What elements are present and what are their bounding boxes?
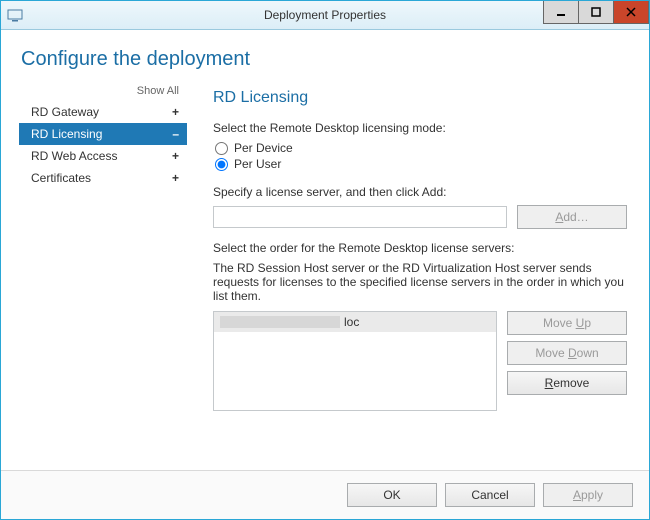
close-button[interactable] [613, 1, 649, 24]
window: Deployment Properties Configure the depl… [0, 0, 650, 520]
order-label: Select the order for the Remote Desktop … [213, 241, 627, 255]
main-panel: RD Licensing Select the Remote Desktop l… [187, 85, 631, 470]
radio-per-device[interactable]: Per Device [215, 141, 627, 155]
list-item[interactable]: loc [214, 312, 496, 332]
order-description: The RD Session Host server or the RD Vir… [213, 261, 627, 303]
add-button[interactable]: Add… [517, 205, 627, 229]
maximize-button[interactable] [578, 1, 614, 24]
move-down-button[interactable]: Move Down [507, 341, 627, 365]
page-title: Configure the deployment [21, 48, 631, 71]
redacted-hostname [220, 316, 340, 328]
apply-button[interactable]: Apply [543, 483, 633, 507]
license-server-input[interactable] [213, 206, 507, 228]
footer: OK Cancel Apply [1, 470, 649, 519]
section-title: RD Licensing [213, 89, 627, 107]
titlebar: Deployment Properties [1, 1, 649, 30]
licensing-mode-label: Select the Remote Desktop licensing mode… [213, 121, 627, 135]
radio-per-device-input[interactable] [215, 142, 228, 155]
ok-button[interactable]: OK [347, 483, 437, 507]
server-order-area: loc Move Up Move Down Remove [213, 311, 627, 411]
move-up-button[interactable]: Move Up [507, 311, 627, 335]
sidebar-item-label: Certificates [31, 171, 91, 185]
specify-server-label: Specify a license server, and then click… [213, 185, 627, 199]
expand-icon: + [172, 171, 179, 185]
sidebar-item-label: RD Licensing [31, 127, 102, 141]
license-server-list[interactable]: loc [213, 311, 497, 411]
sidebar-item-rd-web-access[interactable]: RD Web Access + [19, 145, 187, 167]
list-item-suffix: loc [344, 315, 359, 329]
radio-per-user-input[interactable] [215, 158, 228, 171]
expand-icon: + [172, 105, 179, 119]
show-all-link[interactable]: Show All [19, 85, 187, 101]
sidebar-item-label: RD Web Access [31, 149, 117, 163]
app-icon [7, 7, 23, 23]
sidebar-item-certificates[interactable]: Certificates + [19, 167, 187, 189]
body: Configure the deployment Show All RD Gat… [1, 30, 649, 470]
radio-label: Per User [234, 157, 281, 171]
window-controls [544, 1, 649, 29]
list-buttons: Move Up Move Down Remove [507, 311, 627, 411]
sidebar: Show All RD Gateway + RD Licensing – RD … [19, 85, 187, 470]
content: Show All RD Gateway + RD Licensing – RD … [19, 85, 631, 470]
sidebar-item-label: RD Gateway [31, 105, 99, 119]
cancel-button[interactable]: Cancel [445, 483, 535, 507]
expand-icon: + [172, 149, 179, 163]
radio-label: Per Device [234, 141, 293, 155]
sidebar-item-rd-gateway[interactable]: RD Gateway + [19, 101, 187, 123]
minimize-button[interactable] [543, 1, 579, 24]
sidebar-item-rd-licensing[interactable]: RD Licensing – [19, 123, 187, 145]
collapse-icon: – [172, 127, 179, 141]
add-server-row: Add… [213, 205, 627, 229]
remove-button[interactable]: Remove [507, 371, 627, 395]
radio-per-user[interactable]: Per User [215, 157, 627, 171]
